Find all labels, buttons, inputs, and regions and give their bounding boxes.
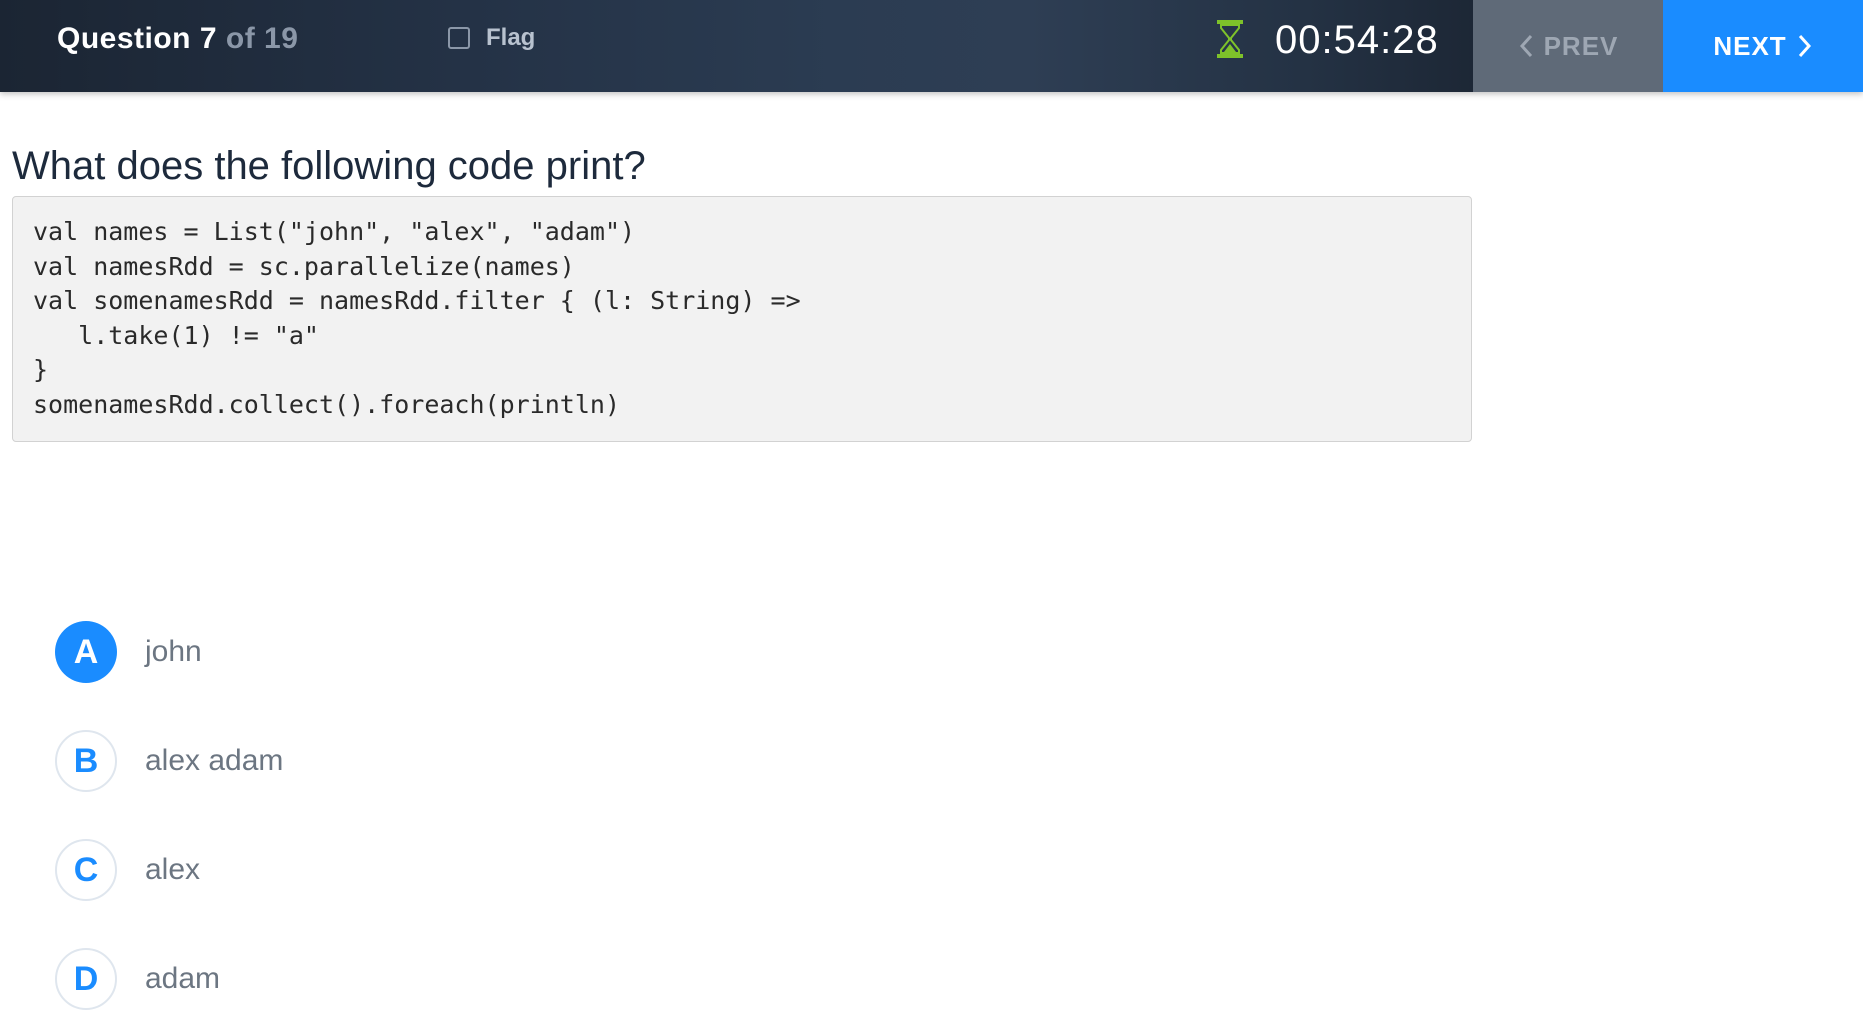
option-d-letter[interactable]: D [55, 948, 117, 1010]
top-bar: Question 7 of 19 Flag 00:54:28 PREV NEXT [0, 0, 1863, 92]
question-label: Question [57, 22, 192, 55]
option-c-letter[interactable]: C [55, 839, 117, 901]
flag-label: Flag [486, 24, 536, 51]
code-line: somenamesRdd.collect().foreach(println) [33, 389, 620, 419]
option-d[interactable]: D adam [55, 948, 220, 1010]
question-text: What does the following code print? [12, 144, 646, 188]
next-button[interactable]: NEXT [1663, 0, 1863, 92]
chevron-left-icon [1519, 34, 1532, 58]
option-a-text[interactable]: john [145, 635, 202, 669]
question-total: of 19 [225, 22, 299, 55]
code-line: val somenamesRdd = namesRdd.filter { (l:… [33, 286, 801, 315]
option-a-letter[interactable]: A [55, 621, 117, 683]
checkbox-icon[interactable] [448, 27, 470, 49]
option-d-text[interactable]: adam [145, 962, 220, 996]
code-line: val names = List("john", "alex", "adam") [33, 217, 636, 246]
option-c[interactable]: C alex [55, 839, 200, 901]
flag-toggle[interactable]: Flag [448, 24, 535, 52]
timer-display: 00:54:28 [1275, 18, 1439, 62]
option-a[interactable]: A john [55, 621, 202, 683]
code-block: val names = List("john", "alex", "adam")… [12, 196, 1472, 442]
code-line: l.take(1) != "a" [33, 320, 319, 350]
option-b-text[interactable]: alex adam [145, 744, 283, 778]
option-b[interactable]: B alex adam [55, 730, 283, 792]
code-line: } [33, 355, 49, 384]
option-b-letter[interactable]: B [55, 730, 117, 792]
hourglass-icon [1217, 20, 1243, 58]
question-number: 7 [199, 22, 218, 55]
prev-label: PREV [1543, 30, 1619, 61]
next-label: NEXT [1713, 30, 1787, 61]
question-counter: Question 7 of 19 [57, 22, 298, 56]
chevron-right-icon [1798, 34, 1811, 58]
prev-button[interactable]: PREV [1473, 0, 1663, 92]
code-line: val namesRdd = sc.parallelize(names) [33, 251, 575, 281]
option-c-text[interactable]: alex [145, 853, 200, 887]
